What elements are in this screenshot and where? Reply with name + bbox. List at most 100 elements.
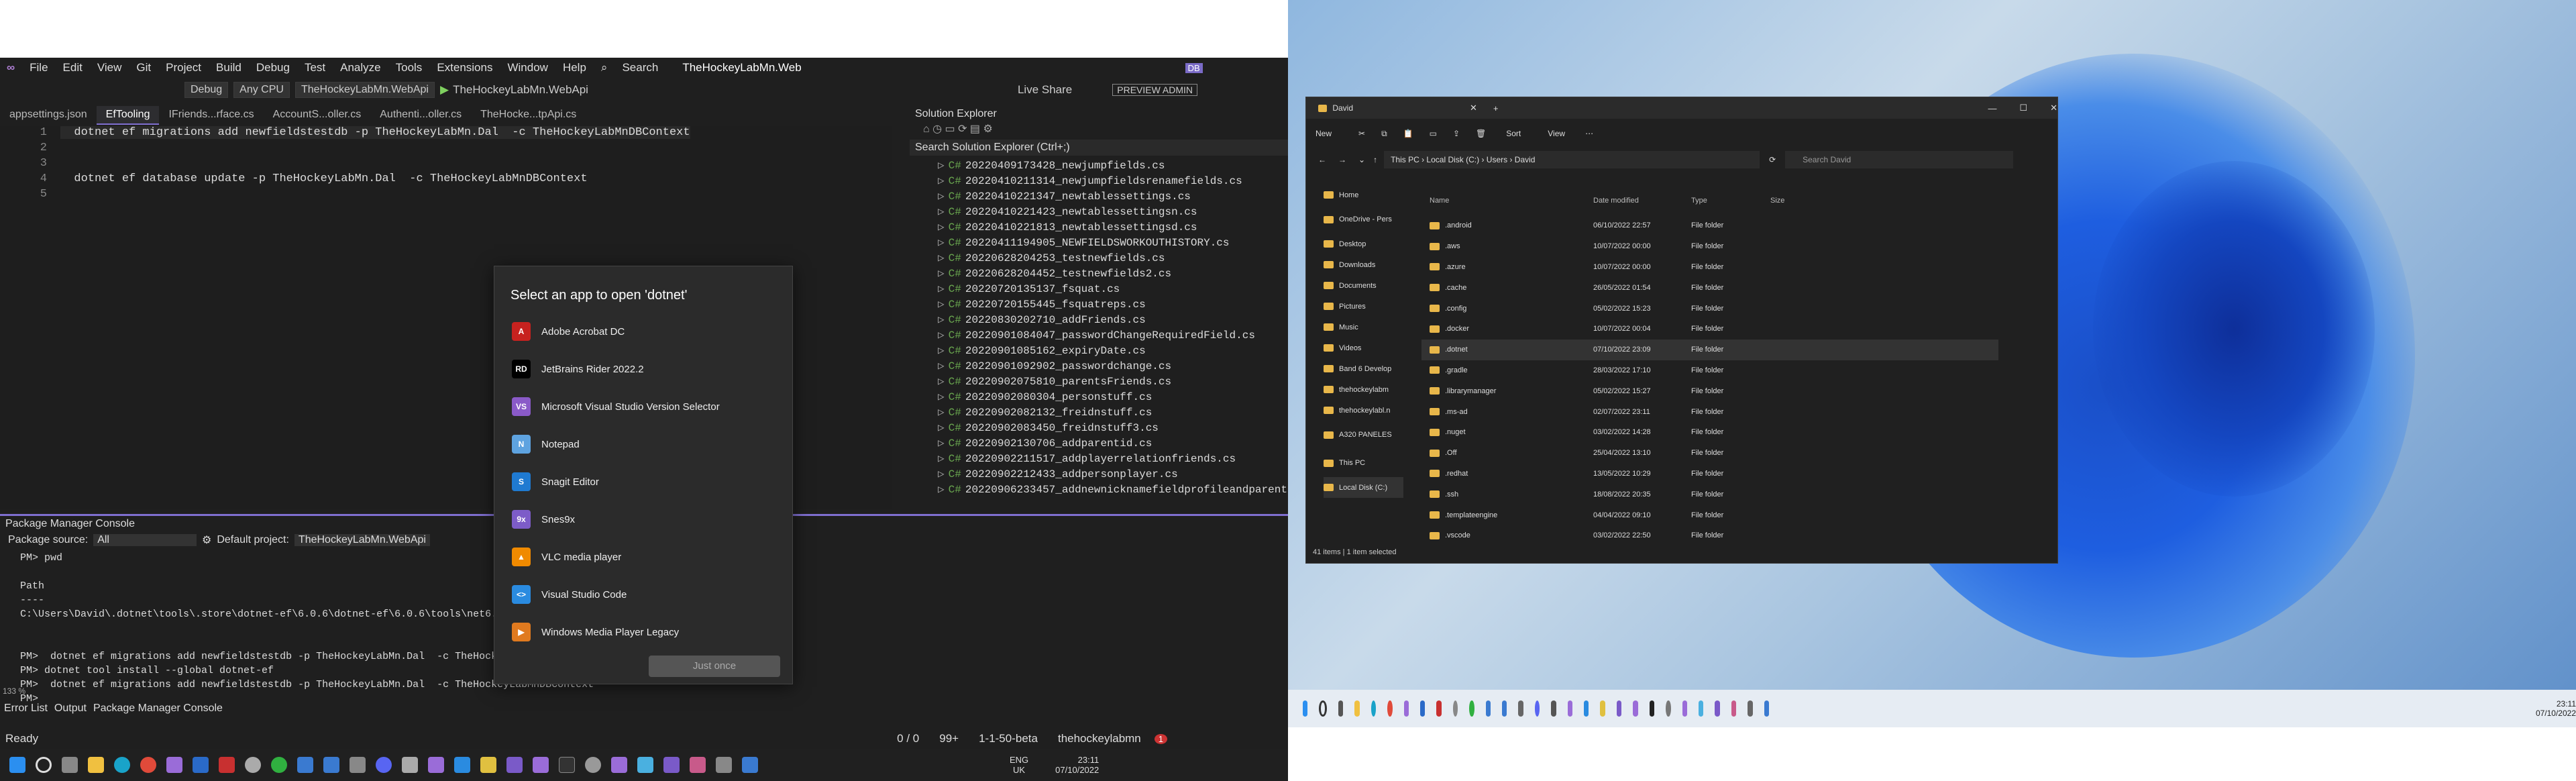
- clock[interactable]: 23:11 07/10/2022: [2536, 699, 2576, 718]
- file-explorer-icon[interactable]: [1354, 700, 1360, 717]
- visual-studio-icon[interactable]: [428, 757, 444, 773]
- just-once-button[interactable]: Just once: [649, 656, 780, 677]
- expand-icon[interactable]: ▷: [938, 237, 945, 249]
- power-icon[interactable]: [271, 757, 287, 773]
- breadcrumb[interactable]: This PC › Local Disk (C:) › Users › Davi…: [1384, 151, 1760, 168]
- solution-file-item[interactable]: ▷ C# 20220409173428_newjumpfields.cs: [910, 158, 1288, 174]
- app-icon[interactable]: [716, 757, 732, 773]
- menu-test[interactable]: Test: [305, 61, 325, 74]
- discord-icon[interactable]: [376, 757, 392, 773]
- app-icon[interactable]: [297, 757, 313, 773]
- app-icon[interactable]: [323, 757, 339, 773]
- search-icon[interactable]: [36, 757, 52, 773]
- app-icon[interactable]: [1748, 700, 1753, 717]
- startup-project-dropdown[interactable]: TheHockeyLabMn.WebApi: [294, 82, 435, 98]
- file-row[interactable]: .dotnet 07/10/2022 23:09 File folder: [1421, 339, 1998, 360]
- app-option[interactable]: RD JetBrains Rider 2022.2: [494, 350, 792, 388]
- sidebar-item[interactable]: Local Disk (C:): [1324, 477, 1403, 498]
- sidebar-item[interactable]: A320 PANELES: [1324, 421, 1403, 449]
- app-icon[interactable]: [480, 757, 496, 773]
- sidebar-item[interactable]: OneDrive - Pers: [1324, 205, 1403, 233]
- sidebar-item[interactable]: Documents: [1324, 275, 1403, 296]
- menu-file[interactable]: File: [30, 61, 48, 74]
- expand-icon[interactable]: ▷: [938, 329, 945, 342]
- file-row[interactable]: .Off 25/04/2022 13:10 File folder: [1421, 443, 1998, 464]
- visual-studio-icon[interactable]: [611, 757, 627, 773]
- solution-file-item[interactable]: ▷ C# 20220902082132_freidnstuff.cs: [910, 405, 1288, 421]
- sidebar-item[interactable]: thehockeylabm: [1324, 379, 1403, 400]
- app-icon[interactable]: [742, 757, 758, 773]
- filezilla-icon[interactable]: [1436, 700, 1442, 717]
- remote-desktop-icon[interactable]: [1420, 700, 1426, 717]
- expand-icon[interactable]: ▷: [938, 391, 945, 403]
- discord-icon[interactable]: [1534, 700, 1540, 717]
- solution-file-item[interactable]: ▷ C# 20220830202710_addFriends.cs: [910, 313, 1288, 328]
- expand-icon[interactable]: ▷: [938, 221, 945, 233]
- close-icon[interactable]: ✕: [2050, 103, 2057, 113]
- file-row[interactable]: .redhat 13/05/2022 10:29 File folder: [1421, 464, 1998, 484]
- solution-file-item[interactable]: ▷ C# 20220628204452_testnewfields2.cs: [910, 266, 1288, 282]
- solution-file-item[interactable]: ▷ C# 20220901084047_passwordChangeRequired…: [910, 328, 1288, 344]
- tab-accounts[interactable]: AccountS...oller.cs: [264, 106, 371, 125]
- terminal-icon[interactable]: [1649, 700, 1655, 717]
- chrome-icon[interactable]: [140, 757, 156, 773]
- windows-start-icon[interactable]: [9, 757, 25, 773]
- edge-icon[interactable]: [1371, 700, 1377, 717]
- file-row[interactable]: .cache 26/05/2022 01:54 File folder: [1421, 277, 1998, 298]
- delete-icon[interactable]: 🗑: [1476, 129, 1486, 138]
- file-row[interactable]: .aws 10/07/2022 00:00 File folder: [1421, 236, 1998, 257]
- app-option[interactable]: <> Visual Studio Code: [494, 576, 792, 613]
- edge-icon[interactable]: [114, 757, 130, 773]
- app-icon[interactable]: [637, 757, 653, 773]
- forward-icon[interactable]: →: [1338, 155, 1346, 164]
- sidebar-item[interactable]: Home: [1324, 185, 1403, 205]
- visual-studio-icon[interactable]: [166, 757, 182, 773]
- app-option[interactable]: S Snagit Editor: [494, 463, 792, 501]
- tab-eftooling[interactable]: EfTooling: [96, 106, 160, 125]
- app-icon[interactable]: [350, 757, 366, 773]
- expand-icon[interactable]: ▷: [938, 360, 945, 372]
- tab-output[interactable]: Output: [54, 702, 87, 715]
- more-icon[interactable]: ⋯: [1585, 129, 1593, 138]
- paste-icon[interactable]: 📋: [1403, 129, 1413, 138]
- share-icon[interactable]: ⇪: [1453, 129, 1460, 138]
- menu-edit[interactable]: Edit: [63, 61, 83, 74]
- new-tab-icon[interactable]: +: [1493, 103, 1499, 113]
- task-view-icon[interactable]: [1338, 700, 1344, 717]
- filezilla-icon[interactable]: [219, 757, 235, 773]
- menu-debug[interactable]: Debug: [256, 61, 290, 74]
- expand-icon[interactable]: ▷: [938, 191, 945, 203]
- expand-icon[interactable]: ▷: [938, 283, 945, 295]
- settings-icon[interactable]: [1666, 700, 1671, 717]
- settings-icon[interactable]: [1452, 700, 1458, 717]
- sidebar-item[interactable]: Pictures: [1324, 296, 1403, 317]
- app-icon[interactable]: [1731, 700, 1737, 717]
- menu-analyze[interactable]: Analyze: [340, 61, 380, 74]
- status-branch[interactable]: 1-1-50-beta: [979, 732, 1038, 745]
- minimize-icon[interactable]: —: [1988, 103, 1996, 113]
- recent-icon[interactable]: ⌄: [1358, 155, 1365, 164]
- expand-icon[interactable]: ▷: [938, 299, 945, 311]
- sidebar-item[interactable]: Downloads: [1324, 254, 1403, 275]
- app-icon[interactable]: [1698, 700, 1704, 717]
- file-row[interactable]: .vscode 03/02/2022 22:50 File folder: [1421, 525, 1998, 546]
- fe-title-tab[interactable]: David: [1332, 103, 1470, 113]
- file-row[interactable]: .config 05/02/2022 15:23 File folder: [1421, 298, 1998, 319]
- remote-desktop-icon[interactable]: [193, 757, 209, 773]
- solution-file-item[interactable]: ▷ C# 20220902083450_freidnstuff3.cs: [910, 421, 1288, 436]
- app-option[interactable]: N Notepad: [494, 425, 792, 463]
- visual-studio-icon[interactable]: [1403, 700, 1409, 717]
- power-icon[interactable]: [1469, 700, 1474, 717]
- app-option[interactable]: ▲ VLC media player: [494, 538, 792, 576]
- zoom-level[interactable]: 133 %: [3, 686, 25, 696]
- gear-icon[interactable]: ⚙: [202, 533, 211, 547]
- file-row[interactable]: .gradle 28/03/2022 17:10 File folder: [1421, 360, 1998, 381]
- clock[interactable]: 23:11 07/10/2022: [1055, 755, 1099, 775]
- app-option[interactable]: ▶ Windows Media Player Legacy: [494, 613, 792, 651]
- expand-icon[interactable]: ▷: [938, 437, 945, 450]
- tab-pmc[interactable]: Package Manager Console: [93, 702, 223, 715]
- solution-file-item[interactable]: ▷ C# 20220906233457_addnewnicknamefieldpro…: [910, 482, 1288, 498]
- notification-badge[interactable]: 1: [1154, 733, 1168, 744]
- status-lines[interactable]: 99+: [939, 732, 959, 745]
- tab-authenti[interactable]: Authenti...oller.cs: [370, 106, 471, 125]
